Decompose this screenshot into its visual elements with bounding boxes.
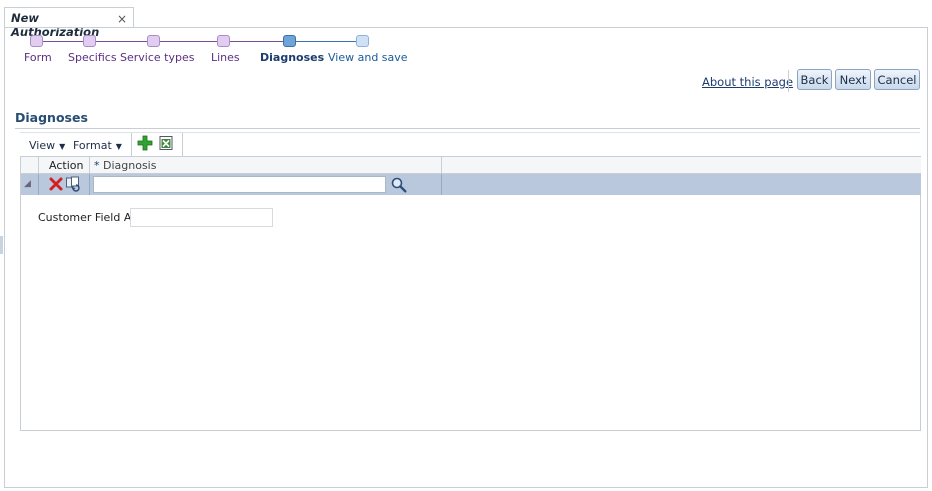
format-menu[interactable]: Format ▼ <box>73 139 122 152</box>
table-toolbar: View ▼ Format ▼ <box>20 132 920 157</box>
caret-down-icon: ▼ <box>115 142 122 151</box>
train-stop-diagnoses <box>283 35 296 47</box>
table-header: Action * Diagnosis <box>21 156 921 174</box>
column-divider <box>38 174 39 195</box>
divider <box>131 133 132 157</box>
train-label-lines[interactable]: Lines <box>211 51 240 64</box>
train-connector <box>96 41 147 42</box>
column-divider <box>89 157 90 174</box>
train-connector <box>160 41 217 42</box>
train-stop-specifics[interactable] <box>83 35 96 47</box>
train-label-service-types[interactable]: Service types <box>120 51 194 64</box>
column-header-diagnosis[interactable]: Diagnosis <box>103 159 156 172</box>
train-label-specifics[interactable]: Specifics <box>68 51 117 64</box>
train-stop-view-and-save[interactable] <box>356 35 369 47</box>
about-this-page-link[interactable]: About this page <box>702 75 793 89</box>
column-divider <box>441 174 442 195</box>
search-icon[interactable] <box>390 176 407 196</box>
divider <box>182 133 183 157</box>
train-stop-service-types[interactable] <box>147 35 160 47</box>
train-stop-lines[interactable] <box>217 35 230 47</box>
row-resize-handle-icon[interactable]: ◢ <box>24 179 31 189</box>
train-label-diagnoses: Diagnoses <box>260 51 325 64</box>
close-icon[interactable]: × <box>117 12 127 26</box>
section-title: Diagnoses <box>15 110 88 125</box>
tab-new-authorization[interactable]: New Authorization × <box>4 7 134 39</box>
divider <box>15 128 920 129</box>
process-train: Form Specifics Service types Lines Diagn… <box>0 34 420 74</box>
format-menu-label: Format <box>73 139 112 152</box>
customer-field-a-input[interactable] <box>130 208 273 227</box>
add-row-icon[interactable] <box>137 135 153 154</box>
diagnosis-input[interactable] <box>93 176 386 193</box>
next-button[interactable]: Next <box>835 69 871 90</box>
view-menu-label: View <box>29 139 56 152</box>
side-panel-handle[interactable] <box>0 236 3 254</box>
duplicate-icon[interactable] <box>65 176 81 195</box>
column-divider <box>441 157 442 174</box>
divider <box>788 70 789 92</box>
train-label-view-and-save[interactable]: View and save <box>328 51 408 64</box>
column-divider <box>89 174 90 195</box>
train-stop-form[interactable] <box>30 35 43 47</box>
cancel-button[interactable]: Cancel <box>874 69 920 90</box>
required-marker: * <box>94 159 100 172</box>
table-row[interactable]: ◢ <box>21 174 921 195</box>
view-menu[interactable]: View ▼ <box>29 139 65 152</box>
column-divider <box>38 157 39 174</box>
delete-icon[interactable] <box>49 177 63 194</box>
column-header-action: Action <box>49 159 84 172</box>
caret-down-icon: ▼ <box>59 142 66 151</box>
train-label-form[interactable]: Form <box>24 51 52 64</box>
diagnoses-table: Action * Diagnosis ◢ <box>20 156 921 431</box>
export-excel-icon[interactable] <box>158 135 174 154</box>
customer-field-a-label: Customer Field A <box>38 211 132 224</box>
back-button[interactable]: Back <box>797 69 832 90</box>
train-connector <box>43 41 83 42</box>
train-connector <box>230 41 283 42</box>
train-connector <box>296 41 356 42</box>
